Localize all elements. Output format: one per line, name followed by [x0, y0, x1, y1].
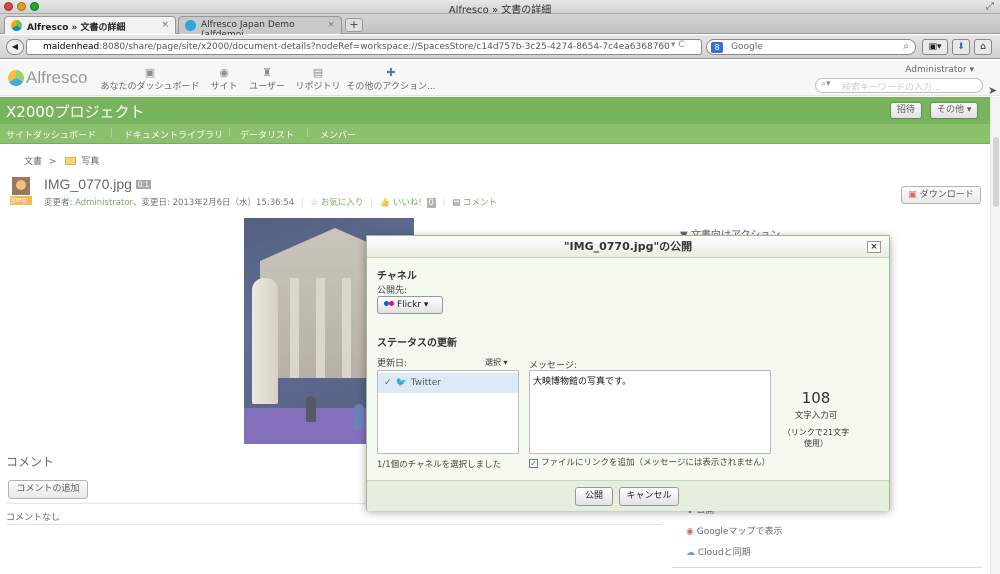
- channel-name: Twitter: [410, 378, 441, 388]
- tab-close-icon[interactable]: ×: [327, 20, 335, 30]
- tab-label: Alfresco » 文書の詳細: [27, 23, 126, 33]
- publish-button[interactable]: 公開: [575, 487, 613, 506]
- dialog-body: チャネル 公開先: Flickr ▾ ステータスの更新 更新日: 選択 ▾ メッ…: [367, 258, 889, 480]
- channel-select-label: Flickr ▾: [397, 300, 429, 310]
- add-link-label: ファイルにリンクを追加（メッセージには表示されません）: [541, 458, 771, 468]
- bookmark-reload-icons[interactable]: ☆ ▾ C: [660, 40, 685, 50]
- url-path: :8080/share/page/site/x2000/document-det…: [99, 42, 670, 52]
- home-icon[interactable]: ⌂: [974, 39, 992, 55]
- checkbox-checked-icon: ✓: [529, 459, 538, 468]
- twitter-favicon-icon: [185, 20, 196, 31]
- character-counter: 108 文字入力可 （リンクで21文字使用）: [779, 389, 853, 449]
- url-field[interactable]: maidenhead:8080/share/page/site/x2000/do…: [26, 39, 702, 55]
- message-textarea[interactable]: 大映博物館の写真です。: [529, 370, 771, 454]
- checkmark-icon: ✓: [384, 378, 392, 388]
- search-engine-icon[interactable]: 8: [711, 42, 723, 53]
- status-section-header: ステータスの更新: [377, 338, 457, 349]
- tab-bar: Alfresco » 文書の詳細 × Alfresco Japan Demo (…: [0, 14, 1000, 40]
- alfresco-favicon-icon: [11, 20, 22, 31]
- selected-channel-count: 1/1個のチャネルを選択しました: [377, 460, 502, 470]
- update-label: 更新日:: [377, 359, 408, 369]
- browser-search-input[interactable]: 8 Google ⌕: [706, 39, 916, 55]
- window-titlebar: Alfresco » 文書の詳細 ⤢: [0, 0, 1000, 16]
- channel-list: ✓ 🐦 Twitter: [377, 370, 519, 454]
- extensions-icon[interactable]: ▣▾: [922, 39, 948, 55]
- search-placeholder: Google: [731, 42, 763, 52]
- publish-to-label: 公開先:: [377, 286, 408, 296]
- dialog-footer: 公開 キャンセル: [367, 480, 889, 511]
- tab-document-details[interactable]: Alfresco » 文書の詳細 ×: [4, 16, 176, 34]
- url-host: maidenhead: [43, 42, 100, 52]
- back-button[interactable]: ◀: [6, 39, 24, 55]
- select-dropdown[interactable]: 選択 ▾: [485, 357, 508, 368]
- browser-navbar: ◀ maidenhead:8080/share/page/site/x2000/…: [0, 35, 1000, 59]
- channel-select-button[interactable]: Flickr ▾: [377, 296, 443, 314]
- new-tab-button[interactable]: +: [345, 18, 363, 32]
- download-arrow-icon[interactable]: ⬇: [952, 39, 970, 55]
- publish-dialog: "IMG_0770.jpg"の公開 × チャネル 公開先: Flickr ▾ ス…: [366, 235, 890, 511]
- flickr-pink-dot-icon: [389, 301, 394, 306]
- twitter-bird-icon: 🐦: [395, 378, 407, 388]
- remaining-count: 108: [801, 389, 831, 407]
- search-icon[interactable]: ⌕: [903, 41, 909, 52]
- dialog-title-text: "IMG_0770.jpg"の公開: [563, 240, 693, 253]
- fullscreen-icon[interactable]: ⤢: [986, 1, 994, 12]
- tab-close-icon[interactable]: ×: [161, 20, 169, 30]
- channel-item-twitter[interactable]: ✓ 🐦 Twitter: [378, 373, 518, 393]
- tab-alfresco-japan-demo[interactable]: Alfresco Japan Demo (alfdemoj... ×: [178, 16, 342, 40]
- link-usage-note: （リンクで21文字使用）: [782, 428, 850, 448]
- remaining-label: 文字入力可: [794, 411, 838, 421]
- cancel-button[interactable]: キャンセル: [619, 487, 679, 506]
- channel-section-header: チャネル: [377, 271, 417, 282]
- dialog-close-button[interactable]: ×: [867, 241, 881, 253]
- dialog-title: "IMG_0770.jpg"の公開 ×: [367, 236, 889, 258]
- add-link-checkbox[interactable]: ✓ ファイルにリンクを追加（メッセージには表示されません）: [529, 456, 770, 468]
